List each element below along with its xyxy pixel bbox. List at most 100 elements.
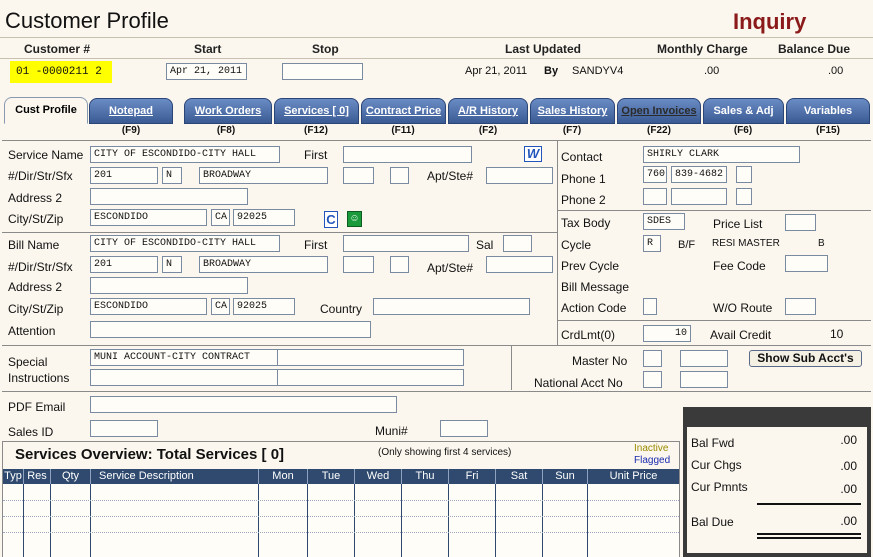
service-street-field[interactable]: BROADWAY <box>199 167 328 184</box>
bill-city-field[interactable]: ESCONDIDO <box>90 298 207 315</box>
grid-row-line <box>3 532 679 533</box>
col-tue[interactable]: Tue <box>308 469 355 484</box>
credit-limit-label: CrdLmt(0) <box>561 328 616 342</box>
phone1-area-field[interactable]: 760 <box>643 166 667 183</box>
col-service-description[interactable]: Service Description <box>91 469 259 484</box>
muni-field[interactable] <box>440 420 488 437</box>
tab-sales-history[interactable]: Sales History <box>530 98 615 124</box>
col-mon[interactable]: Mon <box>259 469 308 484</box>
service-apt-field[interactable] <box>486 167 553 184</box>
bill-name-field[interactable]: CITY OF ESCONDIDO-CITY HALL <box>90 235 280 252</box>
cycle-field[interactable]: R <box>643 235 661 252</box>
bill-number-field[interactable]: 201 <box>90 256 158 273</box>
service-sfx-field[interactable] <box>343 167 374 184</box>
tab-ar-history[interactable]: A/R History <box>448 98 528 124</box>
bill-apt-label: Apt/Ste# <box>427 261 474 275</box>
col-thu[interactable]: Thu <box>402 469 449 484</box>
bill-apt-field[interactable] <box>486 256 553 273</box>
phone2-number-field[interactable] <box>671 188 727 205</box>
sales-id-field[interactable] <box>90 420 158 437</box>
bal-fwd-label: Bal Fwd <box>691 436 735 450</box>
bill-sal-field[interactable] <box>503 235 532 252</box>
phone2-label: Phone 2 <box>561 193 606 207</box>
col-sat[interactable]: Sat <box>496 469 543 484</box>
fkey-sales-history: (F7) <box>562 125 582 136</box>
bill-address2-field[interactable] <box>90 277 248 294</box>
credit-divider <box>557 320 871 321</box>
fkey-ar-history: (F2) <box>478 125 498 136</box>
service-state-field[interactable]: CA <box>211 209 230 226</box>
bill-state-field[interactable]: CA <box>211 298 230 315</box>
col-unit-price[interactable]: Unit Price <box>588 469 679 484</box>
total-rule-1 <box>757 533 861 535</box>
tab-notepad[interactable]: Notepad <box>89 98 173 124</box>
credit-limit-field[interactable]: 10 <box>643 325 691 342</box>
action-code-field[interactable] <box>643 298 657 315</box>
tab-work-orders[interactable]: Work Orders <box>184 98 272 124</box>
customer-number[interactable]: 01 -0000211 2 <box>10 61 112 83</box>
bill-street-field[interactable]: BROADWAY <box>199 256 328 273</box>
service-sfx2-field[interactable] <box>390 167 409 184</box>
phone2-area-field[interactable] <box>643 188 667 205</box>
bal-due-value: .00 <box>840 514 857 528</box>
col-qty[interactable]: Qty <box>51 469 91 484</box>
stop-label: Stop <box>312 42 339 56</box>
tab-open-invoices[interactable]: Open Invoices <box>617 98 701 124</box>
web-lookup-icon[interactable]: W <box>524 146 542 162</box>
cycle-label: Cycle <box>561 238 592 252</box>
service-address2-field[interactable] <box>90 188 248 205</box>
wo-route-field[interactable] <box>785 298 816 315</box>
tax-body-field[interactable]: SDES <box>643 213 685 230</box>
phone1-ext-field[interactable] <box>736 166 752 183</box>
city-lookup-icon[interactable]: C <box>324 211 338 228</box>
bill-first-field[interactable] <box>343 235 469 252</box>
special-line1-field[interactable]: MUNI ACCOUNT-CITY CONTRACT <box>90 349 278 366</box>
bill-zip-field[interactable]: 92025 <box>233 298 295 315</box>
service-first-label: First <box>304 148 328 162</box>
master-no-field[interactable] <box>680 350 728 367</box>
tab-contract-price[interactable]: Contract Price <box>361 98 446 124</box>
show-sub-accounts-button[interactable]: Show Sub Acct's <box>749 350 862 367</box>
tab-sales-adj[interactable]: Sales & Adj <box>703 98 784 124</box>
service-first-field[interactable] <box>343 146 472 163</box>
bal-fwd-value: .00 <box>840 433 857 447</box>
fee-code-field[interactable] <box>785 255 828 272</box>
col-sun[interactable]: Sun <box>543 469 588 484</box>
col-typ[interactable]: Typ <box>3 469 24 484</box>
grid-col-line <box>543 484 588 557</box>
tab-services[interactable]: Services [ 0] <box>274 98 359 124</box>
service-name-field[interactable]: CITY OF ESCONDIDO-CITY HALL <box>90 146 280 163</box>
tab-cust-profile[interactable]: Cust Profile <box>4 97 88 124</box>
special-line2b-field[interactable] <box>277 369 464 386</box>
stop-date-field[interactable] <box>282 63 363 80</box>
pdf-email-field[interactable] <box>90 396 397 413</box>
muni-label: Muni# <box>375 424 408 438</box>
national-acct-flag[interactable] <box>643 371 662 388</box>
bill-attention-field[interactable] <box>90 321 371 338</box>
map-icon[interactable]: ☺ <box>347 211 362 227</box>
bill-dir-field[interactable]: N <box>162 256 182 273</box>
monthly-charge-label: Monthly Charge <box>657 42 748 56</box>
phone2-ext-field[interactable] <box>736 188 752 205</box>
col-res[interactable]: Res <box>24 469 51 484</box>
special-line1b-field[interactable] <box>277 349 464 366</box>
col-wed[interactable]: Wed <box>355 469 402 484</box>
phone1-number-field[interactable]: 839-4682 <box>671 166 727 183</box>
service-city-field[interactable]: ESCONDIDO <box>90 209 207 226</box>
national-acct-field[interactable] <box>680 371 728 388</box>
tab-variables[interactable]: Variables <box>786 98 870 124</box>
bill-sfx-field[interactable] <box>343 256 374 273</box>
service-zip-field[interactable]: 92025 <box>233 209 295 226</box>
grid-col-line <box>496 484 543 557</box>
price-list-field[interactable] <box>785 214 816 231</box>
master-no-flag[interactable] <box>643 350 662 367</box>
service-dir-field[interactable]: N <box>162 167 182 184</box>
bill-country-field[interactable] <box>373 298 530 315</box>
col-fri[interactable]: Fri <box>449 469 496 484</box>
service-name-label: Service Name <box>8 148 84 162</box>
start-date-field[interactable]: Apr 21, 2011 <box>166 63 247 80</box>
bill-sfx2-field[interactable] <box>390 256 409 273</box>
contact-field[interactable]: SHIRLY CLARK <box>643 146 800 163</box>
service-number-field[interactable]: 201 <box>90 167 158 184</box>
special-line2-field[interactable] <box>90 369 278 386</box>
